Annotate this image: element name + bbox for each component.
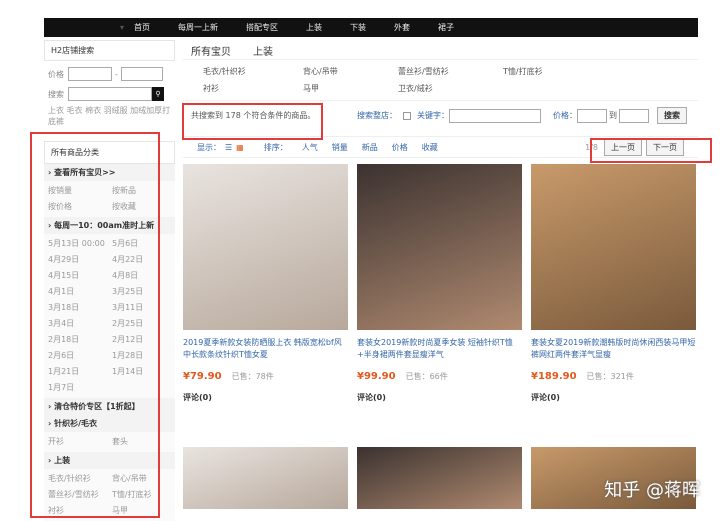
watermark: 知乎 @蒋晖 (604, 480, 700, 501)
product-card: 套装女2019新款时尚夏季女装 短袖针织T恤+半身裙两件套显瘦洋气 ¥99.90 已… (357, 164, 522, 403)
nav-dropdown[interactable]: ▾ (44, 23, 134, 32)
top-nav: ▾ 首页 每周一上新 搭配专区 上装 下装 外套 裙子 (44, 18, 698, 37)
hot-tags[interactable]: 上衣 毛衣 棉衣 羽绒服 加绒加厚打底裤 (48, 105, 171, 127)
product-sold: 已售：78件 (231, 372, 274, 381)
product-image[interactable] (357, 164, 522, 330)
price-filter-label: 价格： (553, 111, 577, 120)
subcategory-link[interactable]: 毛衣/针织衫 (203, 66, 303, 77)
price-to-input[interactable] (619, 108, 649, 123)
keyword-input[interactable] (449, 108, 541, 123)
subcategory-link[interactable]: T恤/打底衫 (503, 66, 603, 77)
product-card: 套装女夏2019新款潮韩版时尚休闲西装马甲短裤网红两件套洋气显瘦 ¥189.90 已… (531, 164, 696, 403)
price-min-input[interactable] (68, 67, 112, 81)
nav-bottoms[interactable]: 下装 (350, 22, 366, 33)
price-max-input[interactable] (120, 67, 163, 81)
nav-weekly-new[interactable]: 每周一上新 (178, 22, 218, 33)
product-comments[interactable]: 评论(0) (531, 392, 696, 403)
nav-outfit[interactable]: 搭配专区 (246, 22, 278, 33)
search-label: 搜索 (48, 89, 64, 99)
product-image[interactable] (531, 164, 696, 330)
to-label: 到 (609, 111, 617, 120)
sort-favorites[interactable]: 收藏 (422, 142, 438, 153)
sort-new[interactable]: 新品 (362, 142, 378, 153)
product-comments[interactable]: 评论(0) (183, 392, 348, 403)
display-label: 显示： (197, 142, 221, 152)
product-sold: 已售：321件 (586, 372, 634, 381)
subcategory-link[interactable]: 背心/吊带 (303, 66, 398, 77)
product-title[interactable]: 套装女2019新款时尚夏季女装 短袖针织T恤+半身裙两件套显瘦洋气 (357, 337, 522, 363)
product-title[interactable]: 套装女夏2019新款潮韩版时尚休闲西装马甲短裤网红两件套洋气显瘦 (531, 337, 696, 363)
search-store-checkbox[interactable] (403, 111, 411, 120)
sort-price[interactable]: 价格 (392, 142, 408, 153)
product-price: ¥99.90 (357, 371, 396, 382)
product-price: ¥189.90 (531, 371, 577, 382)
nav-coats[interactable]: 外套 (394, 22, 410, 33)
product-image[interactable] (357, 447, 522, 509)
price-from-input[interactable] (577, 108, 607, 123)
nav-home[interactable]: 首页 (134, 22, 150, 33)
sort-label: 排序： (263, 142, 288, 152)
subcategory-link[interactable]: 马甲 (303, 83, 398, 94)
crumb-tops[interactable]: 上装 (253, 47, 273, 58)
list-view-icon[interactable]: ☰ (225, 143, 232, 152)
product-sold: 已售：66件 (405, 372, 448, 381)
search-button[interactable]: 搜索 (657, 107, 687, 124)
product-image[interactable] (183, 447, 348, 509)
search-icon[interactable]: ⚲ (152, 87, 164, 101)
product-title[interactable]: 2019夏季新款女装防晒服上衣 韩版宽松bf风中长款条纹针织T恤女夏 (183, 337, 348, 363)
search-store-label: 搜索整店： (357, 111, 397, 120)
product-comments[interactable]: 评论(0) (357, 392, 522, 403)
grid-view-icon[interactable]: ▦ (236, 143, 244, 152)
nav-skirts[interactable]: 裙子 (438, 22, 454, 33)
subcategory-link[interactable]: 衬衫 (203, 83, 303, 94)
highlight-box-pager (590, 138, 712, 163)
highlight-box-sidebar (30, 132, 160, 518)
product-image[interactable] (183, 164, 348, 330)
product-price: ¥79.90 (183, 371, 222, 382)
subcategory-link[interactable]: 卫衣/绒衫 (398, 83, 503, 94)
sort-popularity[interactable]: 人气 (302, 142, 318, 153)
sort-sales[interactable]: 销量 (332, 142, 348, 153)
store-search-title: H2店铺搜索 (44, 40, 175, 61)
chevron-down-icon: ▾ (119, 23, 124, 32)
price-label: 价格 (48, 69, 64, 79)
nav-tops[interactable]: 上装 (306, 22, 322, 33)
product-card: 2019夏季新款女装防晒服上衣 韩版宽松bf风中长款条纹针织T恤女夏 ¥79.90… (183, 164, 348, 403)
breadcrumb: 所有宝贝 上装 (183, 40, 698, 60)
subcategory-link[interactable]: 蕾丝衫/雪纺衫 (398, 66, 503, 77)
crumb-all[interactable]: 所有宝贝 (191, 47, 231, 58)
keyword-label: 关键字： (417, 111, 449, 120)
highlight-box-result (182, 103, 323, 140)
subcategory-list: 毛衣/针织衫 背心/吊带 蕾丝衫/雪纺衫 T恤/打底衫衬衫 马甲 卫衣/绒衫 (183, 60, 698, 100)
store-search-input[interactable] (68, 87, 152, 101)
